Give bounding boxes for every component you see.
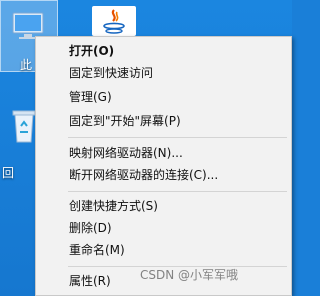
watermark: CSDN @小军军哦 [140,268,239,282]
context-menu: 打开(O) 固定到快速访问 管理(G) 固定到"开始"屏幕(P) 映射网络驱动器… [35,36,292,296]
menu-item-rename-label: 重命名(M) [69,243,125,257]
menu-item-open-label: 打开(O) [69,44,115,58]
menu-item-rename[interactable]: 重命名(M) [36,239,291,261]
menu-item-create-shortcut[interactable]: 创建快捷方式(S) [36,195,291,217]
menu-item-disconnect-network-drive-label: 断开网络驱动器的连接(C)... [69,168,219,182]
menu-item-open[interactable]: 打开(O) [36,40,291,62]
menu-item-pin-start[interactable]: 固定到"开始"屏幕(P) [36,110,291,132]
menu-separator [68,191,287,192]
menu-separator [68,137,287,138]
menu-item-disconnect-network-drive[interactable]: 断开网络驱动器的连接(C)... [36,164,291,186]
desktop: 此 回 打开(O) 固定到快速访问 管理(G) 固定到"开始"屏幕(P) 映射网… [0,0,292,296]
java-desktop-icon[interactable] [92,6,136,36]
menu-item-properties-label: 属性(R) [69,274,111,288]
menu-item-manage-label: 管理(G) [69,90,112,104]
menu-item-pin-quick-access-label: 固定到快速访问 [69,66,154,80]
menu-item-map-network-drive[interactable]: 映射网络驱动器(N)... [36,142,291,164]
menu-item-manage[interactable]: 管理(G) [36,86,291,108]
this-pc-label: 此 [20,58,33,72]
recycle-bin-label: 回 [2,166,15,180]
menu-item-delete-label: 删除(D) [69,221,112,235]
menu-item-pin-quick-access[interactable]: 固定到快速访问 [36,62,291,84]
recycle-bin-icon [12,110,36,143]
menu-item-map-network-drive-label: 映射网络驱动器(N)... [69,146,183,160]
menu-item-create-shortcut-label: 创建快捷方式(S) [69,199,158,213]
java-icon [92,6,136,36]
menu-item-pin-start-label: 固定到"开始"屏幕(P) [69,114,181,128]
menu-item-delete[interactable]: 删除(D) [36,217,291,239]
